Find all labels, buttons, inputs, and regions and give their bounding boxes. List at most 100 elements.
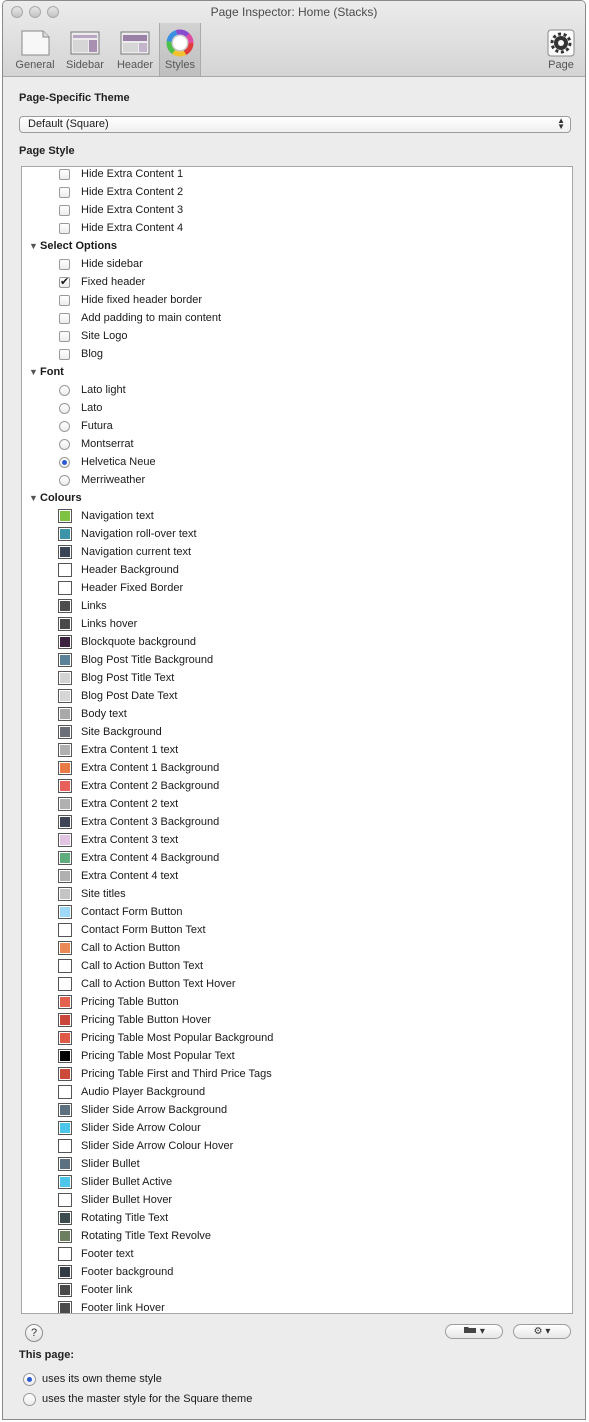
color-well-slider-bullet-hover[interactable] xyxy=(58,1193,72,1207)
color-well-call-to-action-button-text-hover[interactable] xyxy=(58,977,72,991)
color-well-extra-content-3-text[interactable] xyxy=(58,833,72,847)
colour-row-navigation-text[interactable]: Navigation text xyxy=(22,507,572,525)
color-well-call-to-action-button[interactable] xyxy=(58,941,72,955)
option-hide-sidebar[interactable]: Hide sidebar xyxy=(22,255,572,273)
color-well-navigation-roll-over-text[interactable] xyxy=(58,527,72,541)
color-well-slider-side-arrow-colour[interactable] xyxy=(58,1121,72,1135)
radio-merriweather[interactable] xyxy=(59,475,70,486)
color-well-blockquote-background[interactable] xyxy=(58,635,72,649)
radio-lato-light[interactable] xyxy=(59,385,70,396)
colour-row-slider-side-arrow-colour-hover[interactable]: Slider Side Arrow Colour Hover xyxy=(22,1137,572,1155)
colour-row-call-to-action-button[interactable]: Call to Action Button xyxy=(22,939,572,957)
option-blog[interactable]: Blog xyxy=(22,345,572,363)
colour-row-slider-side-arrow-colour[interactable]: Slider Side Arrow Colour xyxy=(22,1119,572,1137)
colour-row-pricing-table-button-hover[interactable]: Pricing Table Button Hover xyxy=(22,1011,572,1029)
disclosure-triangle-icon[interactable]: ▼ xyxy=(29,237,38,255)
color-well-blog-post-date-text[interactable] xyxy=(58,689,72,703)
color-well-footer-link[interactable] xyxy=(58,1283,72,1297)
color-well-slider-side-arrow-background[interactable] xyxy=(58,1103,72,1117)
colour-row-footer-text[interactable]: Footer text xyxy=(22,1245,572,1263)
color-well-rotating-title-text-revolve[interactable] xyxy=(58,1229,72,1243)
color-well-call-to-action-button-text[interactable] xyxy=(58,959,72,973)
checkbox-hide-fixed-header-border[interactable] xyxy=(59,295,70,306)
font-option-merriweather[interactable]: Merriweather xyxy=(22,471,572,489)
color-well-links-hover[interactable] xyxy=(58,617,72,631)
colour-row-contact-form-button[interactable]: Contact Form Button xyxy=(22,903,572,921)
radio-montserrat[interactable] xyxy=(59,439,70,450)
checkbox-hide-extra-content-3[interactable] xyxy=(59,205,70,216)
color-well-extra-content-4-text[interactable] xyxy=(58,869,72,883)
colour-row-body-text[interactable]: Body text xyxy=(22,705,572,723)
tab-header[interactable]: Header xyxy=(111,23,159,76)
tab-general[interactable]: General xyxy=(11,23,59,76)
checkbox-hide-extra-content-1[interactable] xyxy=(59,169,70,180)
colour-row-site-titles[interactable]: Site titles xyxy=(22,885,572,903)
color-well-blog-post-title-background[interactable] xyxy=(58,653,72,667)
action-menu-button[interactable]: ⚙ ▾ xyxy=(513,1324,571,1339)
colour-row-pricing-table-button[interactable]: Pricing Table Button xyxy=(22,993,572,1011)
font-option-lato-light[interactable]: Lato light xyxy=(22,381,572,399)
colour-row-header-background[interactable]: Header Background xyxy=(22,561,572,579)
checkbox-hide-extra-content-4[interactable] xyxy=(59,223,70,234)
color-well-footer-background[interactable] xyxy=(58,1265,72,1279)
checkbox-blog[interactable] xyxy=(59,349,70,360)
colour-row-footer-background[interactable]: Footer background xyxy=(22,1263,572,1281)
radio-own-theme-style[interactable] xyxy=(23,1373,36,1386)
color-well-slider-bullet-active[interactable] xyxy=(58,1175,72,1189)
option-hide-extra-content-4[interactable]: Hide Extra Content 4 xyxy=(22,219,572,237)
checkbox-hide-extra-content-2[interactable] xyxy=(59,187,70,198)
color-well-extra-content-1-background[interactable] xyxy=(58,761,72,775)
colour-row-slider-bullet-active[interactable]: Slider Bullet Active xyxy=(22,1173,572,1191)
checkbox-add-padding-to-main-content[interactable] xyxy=(59,313,70,324)
colour-row-extra-content-4-background[interactable]: Extra Content 4 Background xyxy=(22,849,572,867)
checkbox-hide-sidebar[interactable] xyxy=(59,259,70,270)
color-well-pricing-table-first-and-third-price-tags[interactable] xyxy=(58,1067,72,1081)
color-well-pricing-table-button[interactable] xyxy=(58,995,72,1009)
colour-row-extra-content-2-background[interactable]: Extra Content 2 Background xyxy=(22,777,572,795)
option-hide-fixed-header-border[interactable]: Hide fixed header border xyxy=(22,291,572,309)
colour-row-blog-post-title-text[interactable]: Blog Post Title Text xyxy=(22,669,572,687)
color-well-extra-content-2-text[interactable] xyxy=(58,797,72,811)
radio-master-style[interactable] xyxy=(23,1393,36,1406)
color-well-footer-link-hover[interactable] xyxy=(58,1301,72,1313)
color-well-site-titles[interactable] xyxy=(58,887,72,901)
color-well-contact-form-button-text[interactable] xyxy=(58,923,72,937)
color-well-slider-bullet[interactable] xyxy=(58,1157,72,1171)
colour-row-navigation-roll-over-text[interactable]: Navigation roll-over text xyxy=(22,525,572,543)
color-well-navigation-text[interactable] xyxy=(58,509,72,523)
radio-lato[interactable] xyxy=(59,403,70,414)
group-font[interactable]: ▼ Font xyxy=(22,363,572,381)
color-well-blog-post-title-text[interactable] xyxy=(58,671,72,685)
checkbox-fixed-header[interactable] xyxy=(59,273,70,291)
colour-row-extra-content-3-background[interactable]: Extra Content 3 Background xyxy=(22,813,572,831)
page-style-list[interactable]: Hide Extra Content 1 Hide Extra Content 2… xyxy=(21,166,573,1314)
color-well-extra-content-2-background[interactable] xyxy=(58,779,72,793)
colour-row-slider-bullet-hover[interactable]: Slider Bullet Hover xyxy=(22,1191,572,1209)
color-well-extra-content-1-text[interactable] xyxy=(58,743,72,757)
color-well-links[interactable] xyxy=(58,599,72,613)
theme-select[interactable]: Default (Square) ▲ ▼ xyxy=(19,116,571,133)
colour-row-rotating-title-text[interactable]: Rotating Title Text xyxy=(22,1209,572,1227)
colour-row-extra-content-2-text[interactable]: Extra Content 2 text xyxy=(22,795,572,813)
disclosure-triangle-icon[interactable]: ▼ xyxy=(29,489,38,507)
colour-row-slider-side-arrow-background[interactable]: Slider Side Arrow Background xyxy=(22,1101,572,1119)
radio-helvetica-neue[interactable] xyxy=(59,457,70,468)
colour-row-contact-form-button-text[interactable]: Contact Form Button Text xyxy=(22,921,572,939)
font-option-futura[interactable]: Futura xyxy=(22,417,572,435)
colour-row-navigation-current-text[interactable]: Navigation current text xyxy=(22,543,572,561)
colour-row-rotating-title-text-revolve[interactable]: Rotating Title Text Revolve xyxy=(22,1227,572,1245)
color-well-slider-side-arrow-colour-hover[interactable] xyxy=(58,1139,72,1153)
color-well-pricing-table-most-popular-background[interactable] xyxy=(58,1031,72,1045)
colour-row-blockquote-background[interactable]: Blockquote background xyxy=(22,633,572,651)
color-well-audio-player-background[interactable] xyxy=(58,1085,72,1099)
colour-row-blog-post-date-text[interactable]: Blog Post Date Text xyxy=(22,687,572,705)
color-well-extra-content-3-background[interactable] xyxy=(58,815,72,829)
option-site-logo[interactable]: Site Logo xyxy=(22,327,572,345)
group-colours[interactable]: ▼ Colours xyxy=(22,489,572,507)
colour-row-pricing-table-most-popular-text[interactable]: Pricing Table Most Popular Text xyxy=(22,1047,572,1065)
colour-row-call-to-action-button-text-hover[interactable]: Call to Action Button Text Hover xyxy=(22,975,572,993)
font-option-montserrat[interactable]: Montserrat xyxy=(22,435,572,453)
option-hide-extra-content-1[interactable]: Hide Extra Content 1 xyxy=(22,167,572,183)
colour-row-header-fixed-border[interactable]: Header Fixed Border xyxy=(22,579,572,597)
group-select-options[interactable]: ▼ Select Options xyxy=(22,237,572,255)
